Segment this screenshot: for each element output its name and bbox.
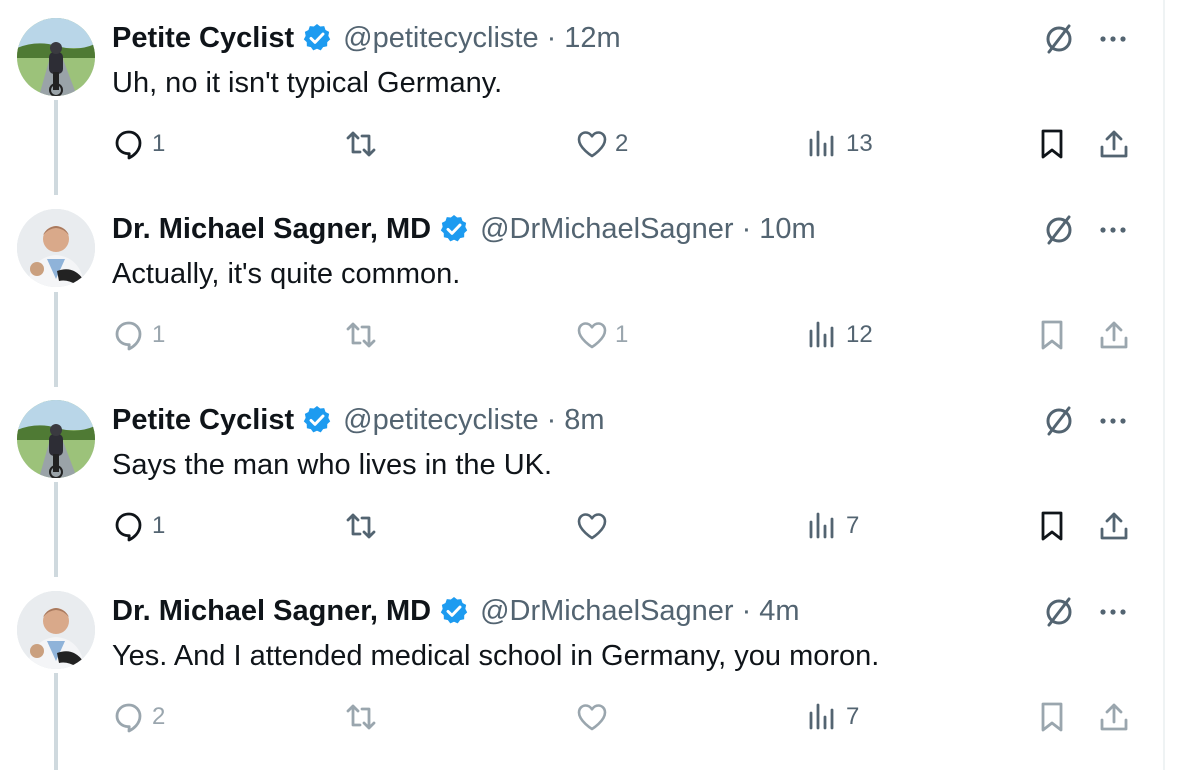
handle[interactable]: @petitecycliste: [343, 404, 538, 437]
share-button[interactable]: [1097, 697, 1131, 737]
like-button[interactable]: [575, 697, 615, 737]
avatar[interactable]: [17, 209, 95, 287]
verified-badge-icon: [303, 406, 331, 433]
avatar[interactable]: [17, 591, 95, 669]
heart-icon: [577, 513, 607, 540]
reply-button[interactable]: 1: [112, 506, 165, 546]
bookmark-button[interactable]: [1035, 697, 1069, 737]
views-button[interactable]: 13: [806, 124, 873, 164]
reply-icon: [115, 321, 142, 351]
tweet[interactable]: Dr. Michael Sagner, MD @DrMichaelSagner …: [0, 191, 1160, 381]
tweet-text: Yes. And I attended medical school in Ge…: [112, 640, 880, 672]
reply-icon: [115, 703, 142, 733]
views-button[interactable]: 12: [806, 315, 873, 355]
views-icon: [809, 321, 834, 348]
timestamp[interactable]: 10m: [759, 213, 815, 246]
share-button[interactable]: [1097, 315, 1131, 355]
reply-count: 1: [152, 512, 166, 539]
view-count: 7: [846, 512, 860, 539]
display-name[interactable]: Dr. Michael Sagner, MD: [112, 595, 431, 628]
bookmark-button[interactable]: [1035, 506, 1069, 546]
tweet-text: Uh, no it isn't typical Germany.: [112, 67, 503, 99]
bookmark-icon: [1041, 511, 1063, 541]
tweet-text: Actually, it's quite common.: [112, 258, 461, 290]
bookmark-button[interactable]: [1035, 315, 1069, 355]
verified-badge-icon: [440, 215, 468, 242]
more-icon[interactable]: [1094, 593, 1132, 631]
separator: ·: [741, 212, 752, 245]
handle[interactable]: @DrMichaelSagner: [480, 595, 733, 628]
share-button[interactable]: [1097, 506, 1131, 546]
share-icon: [1100, 130, 1128, 158]
tweet[interactable]: Dr. Michael Sagner, MD @DrMichaelSagner …: [0, 573, 1160, 763]
reply-count: 2: [152, 703, 166, 730]
view-count: 13: [846, 130, 873, 157]
handle[interactable]: @petitecycliste: [343, 22, 538, 55]
grok-icon[interactable]: [1040, 20, 1078, 58]
timeline-border: [1163, 0, 1165, 770]
grok-icon[interactable]: [1040, 402, 1078, 440]
views-icon: [809, 703, 834, 730]
reply-count: 1: [152, 130, 166, 157]
separator: ·: [546, 21, 557, 54]
verified-badge-icon: [303, 24, 331, 51]
heart-icon: [577, 322, 607, 349]
avatar[interactable]: [17, 18, 95, 96]
repost-icon: [346, 513, 376, 539]
view-count: 7: [846, 703, 860, 730]
grok-icon[interactable]: [1040, 593, 1078, 631]
views-icon: [809, 512, 834, 539]
views-button[interactable]: 7: [806, 506, 859, 546]
timestamp[interactable]: 4m: [759, 595, 799, 628]
like-count: 2: [615, 130, 629, 157]
display-name[interactable]: Petite Cyclist: [112, 22, 294, 55]
reply-icon: [115, 512, 142, 542]
reply-button[interactable]: 2: [112, 697, 165, 737]
heart-icon: [577, 704, 607, 731]
views-icon: [809, 130, 834, 157]
views-button[interactable]: 7: [806, 697, 859, 737]
like-count: 1: [615, 321, 629, 348]
display-name[interactable]: Petite Cyclist: [112, 404, 294, 437]
reply-icon: [115, 130, 142, 160]
bookmark-button[interactable]: [1035, 124, 1069, 164]
share-icon: [1100, 703, 1128, 731]
like-button[interactable]: 2: [575, 124, 628, 164]
separator: ·: [741, 594, 752, 627]
share-icon: [1100, 321, 1128, 349]
verified-badge-icon: [440, 597, 468, 624]
repost-icon: [346, 704, 376, 730]
bookmark-icon: [1041, 702, 1063, 732]
tweet[interactable]: Petite Cyclist @petitecycliste · 8m Says…: [0, 382, 1160, 572]
bookmark-icon: [1041, 129, 1063, 159]
handle[interactable]: @DrMichaelSagner: [480, 213, 733, 246]
repost-button[interactable]: [344, 124, 384, 164]
bookmark-icon: [1041, 320, 1063, 350]
share-button[interactable]: [1097, 124, 1131, 164]
repost-icon: [346, 131, 376, 157]
reply-count: 1: [152, 321, 166, 348]
timestamp[interactable]: 12m: [564, 22, 620, 55]
tweet-text: Says the man who lives in the UK.: [112, 449, 553, 481]
repost-button[interactable]: [344, 506, 384, 546]
grok-icon[interactable]: [1040, 211, 1078, 249]
avatar[interactable]: [17, 400, 95, 478]
more-icon[interactable]: [1094, 402, 1132, 440]
heart-icon: [577, 131, 607, 158]
like-button[interactable]: [575, 506, 615, 546]
separator: ·: [546, 403, 557, 436]
repost-button[interactable]: [344, 315, 384, 355]
reply-button[interactable]: 1: [112, 315, 165, 355]
repost-button[interactable]: [344, 697, 384, 737]
more-icon[interactable]: [1094, 20, 1132, 58]
display-name[interactable]: Dr. Michael Sagner, MD: [112, 213, 431, 246]
more-icon[interactable]: [1094, 211, 1132, 249]
view-count: 12: [846, 321, 873, 348]
timestamp[interactable]: 8m: [564, 404, 604, 437]
share-icon: [1100, 512, 1128, 540]
repost-icon: [346, 322, 376, 348]
reply-button[interactable]: 1: [112, 124, 165, 164]
like-button[interactable]: 1: [575, 315, 628, 355]
tweet[interactable]: Petite Cyclist @petitecycliste · 12m Uh,…: [0, 0, 1160, 190]
